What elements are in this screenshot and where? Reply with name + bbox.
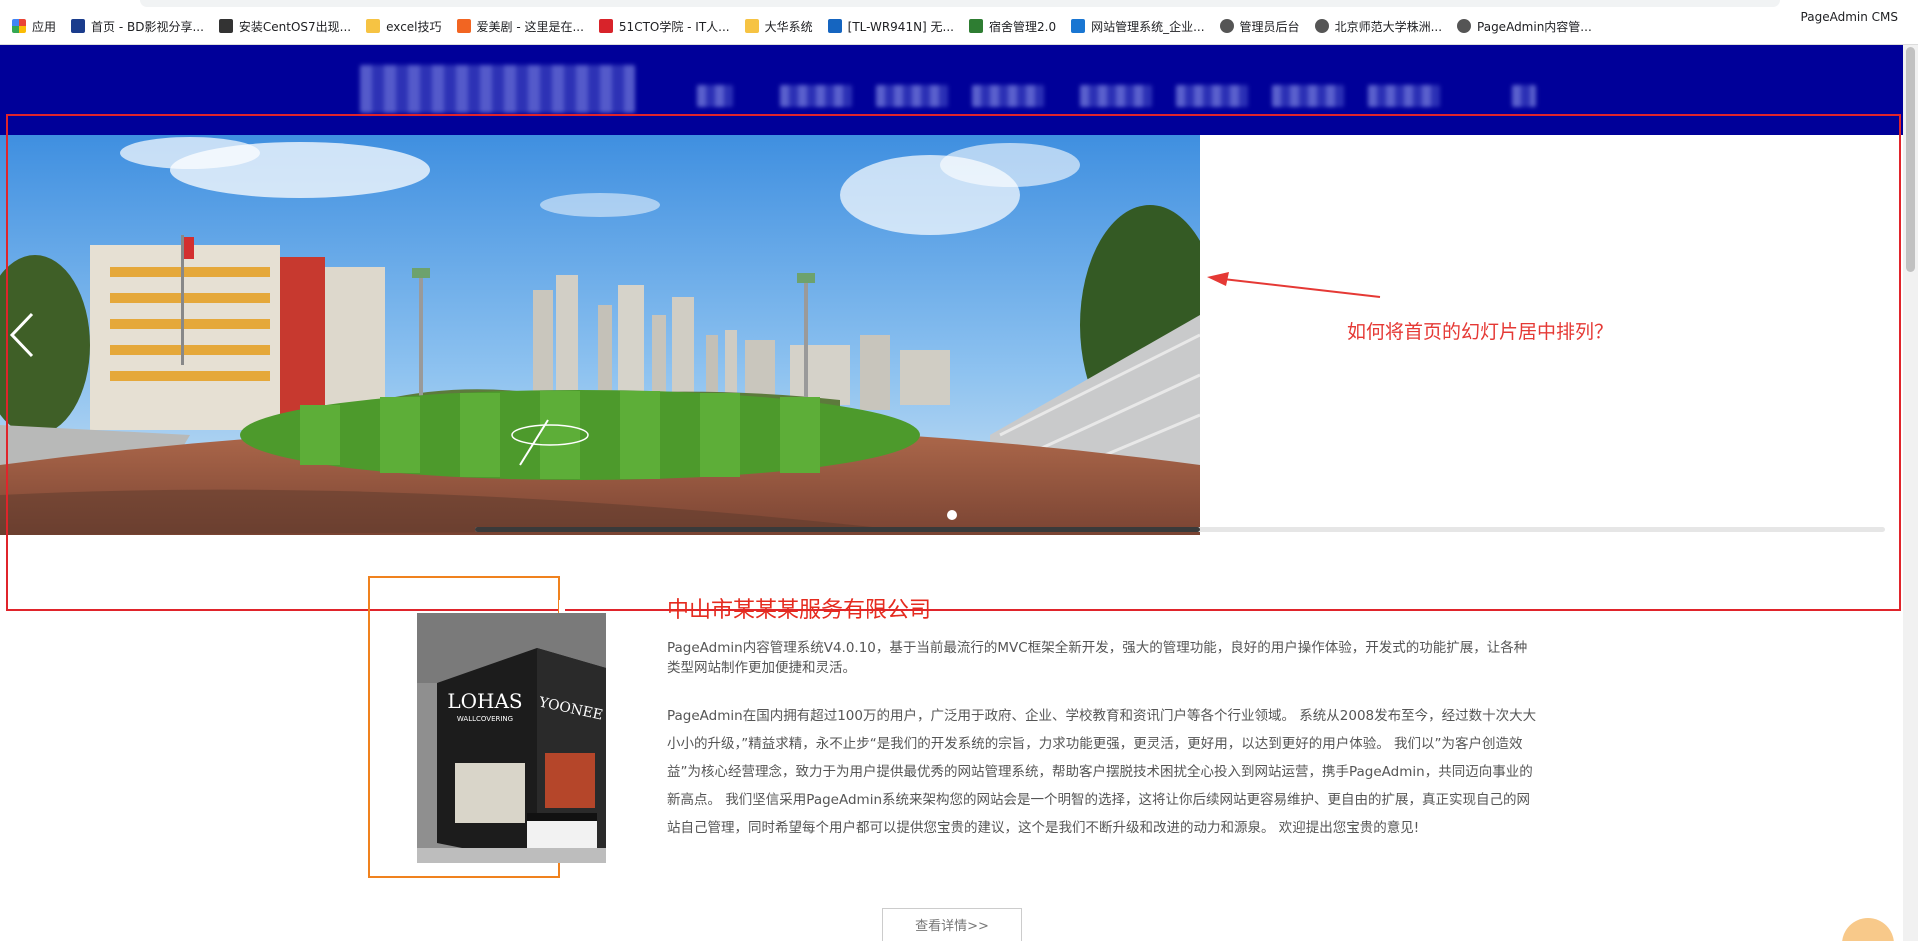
address-bar-edge [140,0,1780,7]
view-details-button[interactable]: 查看详情>> [882,908,1022,941]
nav-item-6[interactable] [1176,85,1248,107]
bookmark-label: 应用 [32,19,57,34]
bookmark-label: 管理员后台 [1239,19,1300,34]
bookmark-label: 网站管理系统_企业... [1091,19,1205,34]
bookmark-item[interactable]: 首页 - BD影视分享... [71,17,204,35]
51cto-icon [598,19,613,33]
nav-item-7[interactable] [1272,85,1344,107]
bookmark-item[interactable]: 管理员后台 [1219,17,1300,35]
folder-icon [366,19,381,33]
globe-icon [1457,19,1472,33]
bookmark-item[interactable]: 宿舍管理2.0 [969,17,1056,35]
site-header [0,45,1903,135]
showroom-booth-graphic: LOHAS WALLCOVERING YOONEE [417,613,606,863]
bird-icon [218,19,233,33]
apps-grid-icon [12,19,26,33]
bookmark-item[interactable]: excel技巧 [366,17,442,35]
tv-icon [456,19,471,33]
nav-item-1[interactable] [697,85,733,107]
bookmark-item[interactable]: 51CTO学院 - IT人... [598,17,730,35]
slider-dot-active[interactable] [947,510,957,520]
annotation-question-text: 如何将首页的幻灯片居中排列？ [1347,321,1614,343]
company-intro-paragraph-2: PageAdmin在国内拥有超过100万的用户，广泛用于政府、企业、学校教育和资… [667,708,1537,836]
nav-item-9[interactable] [1512,85,1536,107]
slider-progress-bar [475,527,1885,532]
folder-icon [744,19,759,33]
bookmark-label: 北京师范大学株洲... [1334,19,1443,34]
bookmark-item[interactable]: PageAdmin内容管... [1457,17,1592,35]
site-logo-blurred[interactable] [360,65,635,113]
nav-item-8[interactable] [1368,85,1440,107]
bookmark-item[interactable]: 北京师范大学株洲... [1314,17,1443,35]
bookmark-label: 宿舍管理2.0 [989,19,1057,34]
bookmark-label: 爱美剧 - 这里是在... [476,19,584,34]
about-company-image[interactable]: LOHAS WALLCOVERING YOONEE [417,613,606,863]
bookmark-item[interactable]: 网站管理系统_企业... [1071,17,1205,35]
nav-item-5[interactable] [1080,85,1152,107]
slider-progress-filled [475,527,1200,532]
annotation-arrow-icon [1207,272,1381,298]
bookmark-item[interactable]: 应用 [12,17,56,35]
prev-slide-arrow-icon[interactable] [8,310,38,360]
globe-icon [1314,19,1329,33]
slide-image-campus-stadium [0,135,1200,535]
homepage-slideshow [0,135,1903,535]
bookmarks-bar: 应用 首页 - BD影视分享... 安装CentOS7出现... excel技巧 爱美剧… [0,0,1918,45]
bookmark-label: 51CTO学院 - IT人... [618,19,730,34]
globe-icon [1219,19,1234,33]
bookmarks-list: 应用 首页 - BD影视分享... 安装CentOS7出现... excel技巧 爱美剧… [12,17,1607,35]
bookmark-label: excel技巧 [386,19,442,34]
nav-item-3[interactable] [876,85,948,107]
pageadmin-icon [1071,19,1086,33]
campus-panorama-graphic [0,135,1200,535]
back-to-top-button[interactable] [1842,918,1894,941]
company-intro-paragraph-1: PageAdmin内容管理系统V4.0.10，基于当前最流行的MVC框架全新开发… [667,640,1528,676]
showroom-sign-lohas: LOHAS [447,689,522,713]
bookmark-item[interactable]: 爱美剧 - 这里是在... [456,17,584,35]
bookmark-pageadmin-cms[interactable]: PageAdmin CMS [1801,10,1898,24]
bookmark-label: 大华系统 [764,19,813,34]
site-favicon [71,19,86,33]
bookmark-item[interactable]: [TL-WR941N] 无... [827,17,954,35]
nav-item-2[interactable] [780,85,852,107]
company-title: 中山市某某某服务有限公司 [667,598,932,623]
bookmark-label: PageAdmin内容管... [1477,19,1592,34]
bookmark-label: 安装CentOS7出现... [238,19,352,34]
bookmark-label: [TL-WR941N] 无... [847,19,954,34]
tplink-icon [827,19,842,33]
showroom-sign-wallcovering: WALLCOVERING [457,715,513,723]
page-scrollbar[interactable] [1903,45,1918,941]
scrollbar-thumb[interactable] [1906,47,1915,272]
browser-viewport: 应用 首页 - BD影视分享... 安装CentOS7出现... excel技巧 爱美剧… [0,0,1918,941]
nav-item-4[interactable] [972,85,1044,107]
vue-icon [969,19,983,33]
bookmark-item[interactable]: 大华系统 [744,17,813,35]
bookmark-item[interactable]: 安装CentOS7出现... [218,17,352,35]
bookmark-label: 首页 - BD影视分享... [91,19,204,34]
